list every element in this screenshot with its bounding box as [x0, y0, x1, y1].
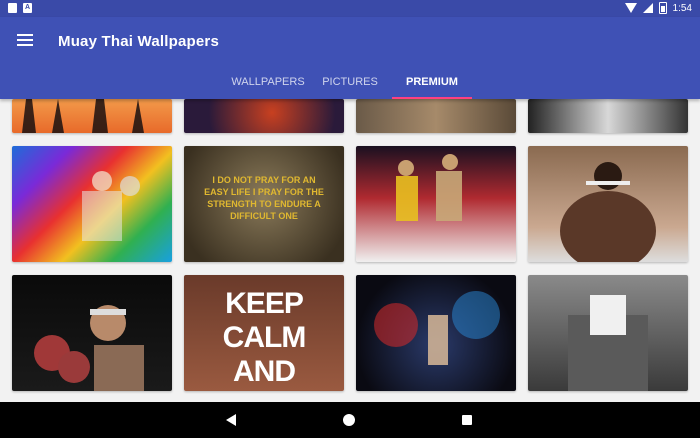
- signal-icon: [642, 3, 653, 13]
- battery-icon: [658, 2, 667, 14]
- temple-silhouette: [22, 99, 144, 133]
- wallpaper-tile[interactable]: I DO NOT PRAY FOR AN EASY LIFE I PRAY FO…: [184, 146, 344, 262]
- tab-premium[interactable]: PREMIUM: [392, 69, 472, 99]
- recents-square-icon[interactable]: [462, 415, 472, 425]
- fighter-splash: [374, 291, 500, 365]
- status-bar: A 1:54: [0, 0, 700, 17]
- navigation-bar: [0, 402, 700, 438]
- wallpaper-tile[interactable]: [12, 275, 172, 391]
- tab-label: PICTURES: [322, 76, 378, 88]
- fighter-back-silhouette: [560, 162, 656, 262]
- wifi-icon: [624, 3, 637, 13]
- wallpaper-tile[interactable]: [12, 99, 172, 133]
- fighter-portrait: [34, 305, 144, 391]
- back-triangle-icon[interactable]: [226, 414, 236, 426]
- clock: 1:54: [672, 2, 692, 14]
- wallpaper-tile[interactable]: [12, 146, 172, 262]
- wallpaper-tile[interactable]: [528, 275, 688, 391]
- tab-bar: WALLPAPERS PICTURES PREMIUM: [0, 69, 700, 99]
- app-title: Muay Thai Wallpapers: [58, 33, 219, 50]
- quote-text: I DO NOT PRAY FOR AN EASY LIFE I PRAY FO…: [204, 175, 324, 221]
- sd-card-icon: [8, 3, 17, 13]
- wallpaper-tile[interactable]: [528, 146, 688, 262]
- wallpaper-tile[interactable]: [528, 99, 688, 133]
- system-icons: 1:54: [624, 2, 692, 14]
- wallpaper-tile[interactable]: [356, 275, 516, 391]
- active-tab-indicator: [392, 97, 472, 99]
- app-notification-icon: A: [23, 3, 32, 13]
- notification-icons: A: [8, 3, 32, 13]
- fighters-silhouette: [396, 154, 462, 221]
- tab-pictures[interactable]: PICTURES: [318, 69, 382, 99]
- tab-wallpapers[interactable]: WALLPAPERS: [226, 69, 310, 99]
- wallpaper-grid: I DO NOT PRAY FOR AN EASY LIFE I PRAY FO…: [0, 99, 700, 402]
- wallpaper-tile[interactable]: KEEP CALM AND MUAY: [184, 275, 344, 391]
- keep-calm-text: KEEP CALM AND MUAY: [222, 287, 307, 391]
- home-circle-icon[interactable]: [343, 414, 355, 426]
- hamburger-menu-icon[interactable]: [17, 34, 33, 48]
- tab-label: WALLPAPERS: [231, 76, 305, 88]
- wallpaper-tile[interactable]: [184, 99, 344, 133]
- app-bar: Muay Thai Wallpapers WALLPAPERS PICTURES…: [0, 17, 700, 99]
- wallpaper-tile[interactable]: [356, 146, 516, 262]
- tab-label: PREMIUM: [406, 76, 458, 88]
- wallpaper-tile[interactable]: [356, 99, 516, 133]
- fighter-wraps: [568, 295, 648, 391]
- fighter-silhouette: [82, 171, 140, 241]
